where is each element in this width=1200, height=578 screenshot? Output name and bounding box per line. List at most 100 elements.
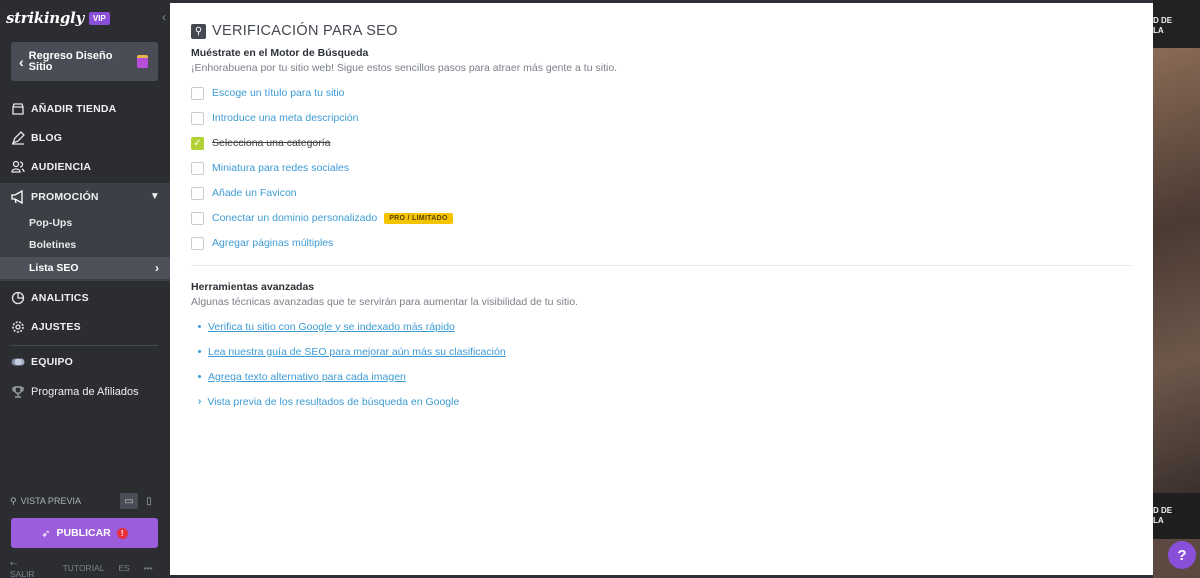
page-title-row: ⚲ VERIFICACIÓN PARA SEO bbox=[191, 23, 398, 39]
sidebar-footer: ⇠ SALIR TUTORIAL ES ••• bbox=[10, 558, 165, 578]
sub-item-label: Pop-Ups bbox=[29, 217, 73, 229]
publish-button[interactable]: ➶ PUBLICAR ! bbox=[11, 518, 158, 548]
megaphone-icon bbox=[11, 190, 25, 204]
gear-icon bbox=[11, 320, 25, 334]
page-title: VERIFICACIÓN PARA SEO bbox=[212, 23, 398, 39]
checklist-label[interactable]: Miniatura para redes sociales bbox=[212, 162, 349, 174]
checklist-label[interactable]: Introduce una meta descripción bbox=[212, 112, 359, 124]
nav-label: AUDIENCIA bbox=[31, 161, 92, 173]
nav-label: Programa de Afiliados bbox=[31, 386, 139, 398]
chevron-down-icon: ▼ bbox=[149, 191, 160, 202]
exit-link[interactable]: ⇠ SALIR bbox=[10, 558, 49, 578]
pen-icon bbox=[11, 131, 25, 145]
chevron-right-icon: › bbox=[198, 396, 202, 407]
chevron-left-icon: ‹ bbox=[19, 53, 24, 70]
page-icon bbox=[137, 55, 148, 68]
checkbox[interactable] bbox=[191, 236, 204, 250]
checklist-item[interactable]: Conectar un dominio personalizado PRO / … bbox=[191, 211, 453, 225]
checklist-item[interactable]: Añade un Favicon bbox=[191, 186, 297, 200]
arrow-left-icon: ⇠ bbox=[10, 557, 18, 568]
pie-chart-icon bbox=[11, 291, 25, 305]
checklist-item[interactable]: Escoge un título para tu sitio bbox=[191, 86, 345, 100]
back-to-design-button[interactable]: ‹ Regreso Diseño Sitio bbox=[11, 42, 158, 81]
preview-photo bbox=[1153, 48, 1200, 493]
section-divider bbox=[191, 265, 1131, 266]
brand-row: strikingly VIP bbox=[6, 8, 110, 28]
strikingly-logo[interactable]: strikingly bbox=[6, 9, 84, 27]
exit-label: SALIR bbox=[10, 568, 35, 578]
checklist-item[interactable]: Introduce una meta descripción bbox=[191, 111, 359, 125]
checklist-label[interactable]: Conectar un dominio personalizado bbox=[212, 212, 377, 224]
nav-affiliates[interactable]: Programa de Afiliados bbox=[0, 378, 170, 406]
rocket-icon: ➶ bbox=[41, 527, 51, 540]
magnifier-icon: ⚲ bbox=[191, 23, 206, 39]
sidebar-divider bbox=[11, 345, 158, 346]
nav-team[interactable]: EQUIPO bbox=[0, 348, 170, 376]
seo-checklist-panel: ⚲ VERIFICACIÓN PARA SEO Muéstrate en el … bbox=[170, 3, 1153, 575]
advanced-link-item[interactable]: Agrega texto alternativo para cada image… bbox=[198, 370, 406, 383]
alert-icon: ! bbox=[116, 527, 128, 539]
checklist-label[interactable]: Selecciona una categoría bbox=[212, 137, 331, 149]
pro-limited-badge: PRO / LIMITADO bbox=[384, 212, 453, 224]
checklist-label[interactable]: Escoge un título para tu sitio bbox=[212, 87, 345, 99]
promotion-submenu: Pop-Ups Boletines Lista SEO › bbox=[0, 211, 170, 281]
bullet-icon bbox=[198, 350, 201, 353]
tutorial-link[interactable]: TUTORIAL bbox=[63, 563, 105, 573]
checkbox-checked[interactable]: ✓ bbox=[191, 136, 204, 150]
checklist-label[interactable]: Agregar páginas múltiples bbox=[212, 237, 333, 249]
sub-item-seo-list[interactable]: Lista SEO › bbox=[0, 257, 170, 279]
checklist-item[interactable]: ✓ Selecciona una categoría bbox=[191, 136, 331, 150]
verify-google-link[interactable]: Verifica tu sitio con Google y se indexa… bbox=[208, 321, 455, 333]
advanced-tools-subtitle: Algunas técnicas avanzadas que te servir… bbox=[191, 296, 578, 308]
mobile-preview-icon[interactable]: ▯ bbox=[143, 493, 155, 509]
checklist-label[interactable]: Añade un Favicon bbox=[212, 187, 297, 199]
checklist-item[interactable]: Miniatura para redes sociales bbox=[191, 161, 349, 175]
nav-label: BLOG bbox=[31, 132, 63, 144]
nav-add-store[interactable]: AÑADIR TIENDA bbox=[0, 95, 170, 123]
sub-item-newsletters[interactable]: Boletines bbox=[0, 234, 170, 256]
search-icon: ⚲ bbox=[10, 495, 17, 506]
bullet-icon bbox=[198, 325, 201, 328]
alt-text-link[interactable]: Agrega texto alternativo para cada image… bbox=[208, 371, 406, 383]
checklist-item[interactable]: Agregar páginas múltiples bbox=[191, 236, 333, 250]
sub-item-label: Boletines bbox=[29, 239, 77, 251]
search-engine-subtitle: ¡Enhorabuena por tu sitio web! Sigue est… bbox=[191, 62, 618, 74]
back-button-label: Regreso Diseño Sitio bbox=[28, 49, 113, 73]
nav-promotion[interactable]: PROMOCIÓN ▼ bbox=[0, 183, 170, 211]
nav-analytics[interactable]: ANALITICS bbox=[0, 284, 170, 312]
bullet-icon bbox=[198, 375, 201, 378]
help-button[interactable]: ? bbox=[1168, 541, 1196, 569]
store-icon bbox=[11, 102, 25, 116]
google-preview-label[interactable]: Vista previa de los resultados de búsque… bbox=[207, 396, 459, 408]
publish-label: PUBLICAR bbox=[56, 527, 111, 539]
preview-label: VISTA PREVIA bbox=[20, 496, 81, 506]
advanced-tools-heading: Herramientas avanzadas bbox=[191, 281, 315, 293]
chevron-left-icon[interactable]: ‹ bbox=[162, 10, 166, 24]
language-link[interactable]: ES bbox=[118, 563, 129, 573]
nav-label: PROMOCIÓN bbox=[31, 191, 99, 203]
search-engine-heading: Muéstrate en el Motor de Búsqueda bbox=[191, 47, 369, 59]
nav-label: EQUIPO bbox=[31, 356, 74, 368]
preview-text: D DE LA bbox=[1153, 16, 1173, 35]
sub-item-popups[interactable]: Pop-Ups bbox=[0, 212, 170, 234]
nav-blog[interactable]: BLOG bbox=[0, 124, 170, 152]
more-options-icon[interactable]: ••• bbox=[144, 563, 153, 573]
editor-sidebar: strikingly VIP ‹ ‹ Regreso Diseño Sitio … bbox=[0, 0, 170, 578]
checkbox[interactable] bbox=[191, 186, 204, 200]
vip-badge: VIP bbox=[88, 11, 110, 25]
nav-label: AÑADIR TIENDA bbox=[31, 103, 117, 115]
nav-settings[interactable]: AJUSTES bbox=[0, 313, 170, 341]
checkbox[interactable] bbox=[191, 86, 204, 100]
advanced-link-item[interactable]: Lea nuestra guía de SEO para mejorar aún… bbox=[198, 345, 506, 358]
nav-label: AJUSTES bbox=[31, 321, 81, 333]
seo-guide-link[interactable]: Lea nuestra guía de SEO para mejorar aún… bbox=[208, 346, 506, 358]
nav-audience[interactable]: AUDIENCIA bbox=[0, 153, 170, 181]
google-preview-toggle[interactable]: › Vista previa de los resultados de búsq… bbox=[198, 395, 459, 408]
site-preview-strip: D DE LA D DE LA bbox=[1153, 0, 1200, 578]
advanced-link-item[interactable]: Verifica tu sitio con Google y se indexa… bbox=[198, 320, 455, 333]
checkbox[interactable] bbox=[191, 161, 204, 175]
checkbox[interactable] bbox=[191, 111, 204, 125]
desktop-preview-icon[interactable]: ▭ bbox=[120, 493, 138, 509]
checkbox[interactable] bbox=[191, 211, 204, 225]
people-icon bbox=[11, 160, 25, 174]
